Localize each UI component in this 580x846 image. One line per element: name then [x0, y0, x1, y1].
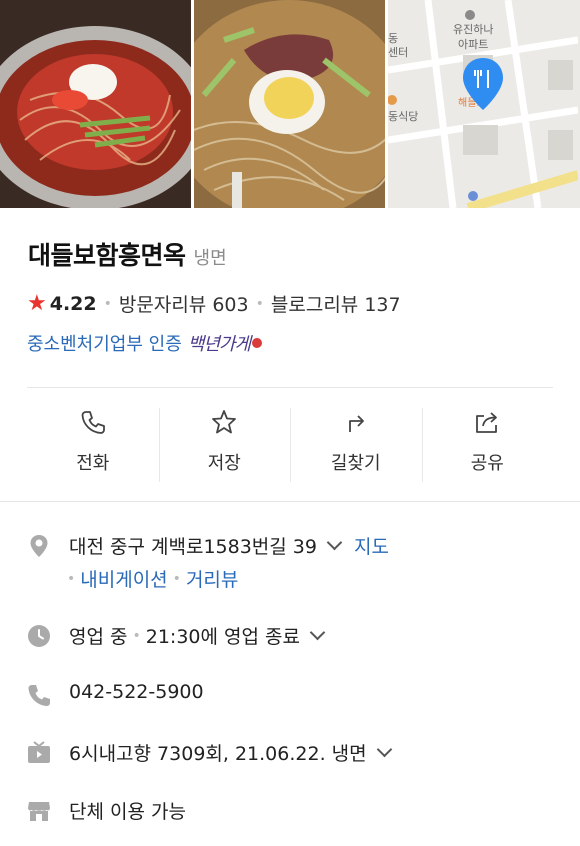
place-category: 냉면 — [193, 248, 227, 269]
place-name: 대들보함흥면옥 — [28, 241, 186, 270]
map-image: 유진하나 아파트 동 센터 해들보 동식당 — [388, 0, 580, 208]
star-icon — [212, 410, 237, 434]
store-icon — [28, 802, 50, 821]
share-icon — [476, 412, 498, 433]
map-label-apartment-2: 아파트 — [458, 38, 488, 51]
photo-mul-naengmyeon[interactable] — [194, 0, 385, 208]
action-bar: 전화 저장 길찾기 공유 — [27, 408, 553, 482]
hours-detail: 21:30에 영업 종료 — [145, 626, 300, 648]
navigation-link[interactable]: 내비게이션 — [80, 565, 167, 592]
call-button[interactable]: 전화 — [27, 408, 159, 482]
map-label-apartment: 유진하나 — [453, 22, 493, 36]
chevron-down-icon[interactable] — [309, 624, 326, 641]
map-label-restaurant-2: 동식당 — [388, 110, 418, 123]
clock-icon — [28, 625, 50, 647]
phone-icon — [28, 685, 50, 706]
rating-row: ★ 4.22 • 방문자리뷰 603 • 블로그리뷰 137 — [27, 290, 401, 317]
separator-dot: • — [172, 570, 181, 587]
separator-dot: • — [255, 295, 264, 312]
group-availability-text: 단체 이용 가능 — [69, 801, 186, 823]
visitor-reviews-link[interactable]: 방문자리뷰 603 — [119, 290, 249, 317]
place-header: 대들보함흥면옥 냉면 — [28, 236, 227, 272]
photo-2-image — [194, 0, 385, 208]
phone-number-link[interactable]: 042-522-5900 — [69, 681, 204, 703]
tv-icon — [28, 741, 50, 763]
certification-row: 중소벤처기업부 인증 백년가게 — [27, 330, 263, 356]
street-view-link[interactable]: 거리뷰 — [186, 565, 238, 592]
certification-link[interactable]: 중소벤처기업부 인증 — [27, 330, 182, 356]
badge-dot-icon — [252, 338, 263, 348]
blog-reviews-link[interactable]: 블로그리뷰 137 — [271, 290, 401, 317]
map-label-center: 센터 — [388, 46, 408, 59]
location-pin-icon — [30, 535, 48, 557]
photo-gallery: 유진하나 아파트 동 센터 해들보 동식당 — [0, 0, 580, 208]
separator-dot: • — [103, 295, 112, 312]
photo-1-image — [0, 0, 191, 208]
tv-appearance-text: 6시내고향 7309회, 21.06.22. 냉면 — [69, 743, 367, 765]
share-label: 공유 — [470, 453, 504, 474]
photo-bibim-naengmyeon[interactable] — [0, 0, 191, 208]
directions-label: 길찾기 — [330, 453, 381, 474]
directions-icon — [348, 415, 364, 432]
separator-dot: • — [132, 627, 141, 644]
rating-score: 4.22 — [49, 292, 97, 315]
map-label-dong: 동 — [388, 32, 398, 45]
map-link[interactable]: 지도 — [354, 532, 389, 559]
separator-dot: • — [67, 570, 76, 587]
address-text: 대전 중구 계백로1583번길 39 — [69, 536, 317, 558]
save-label: 저장 — [207, 453, 241, 474]
chevron-down-icon[interactable] — [376, 741, 392, 758]
century-store-badge: 백년가게 — [187, 334, 251, 355]
phone-icon — [81, 411, 105, 434]
share-button[interactable]: 공유 — [421, 408, 554, 482]
save-button[interactable]: 저장 — [158, 408, 291, 482]
chevron-down-icon[interactable] — [326, 534, 343, 551]
call-label: 전화 — [76, 453, 110, 474]
hours-status: 영업 중 — [69, 626, 128, 648]
divider — [27, 387, 553, 388]
location-map[interactable]: 유진하나 아파트 동 센터 해들보 동식당 — [388, 0, 580, 208]
divider — [0, 501, 580, 502]
directions-button[interactable]: 길찾기 — [290, 408, 422, 482]
rating-star-icon: ★ — [27, 290, 47, 316]
